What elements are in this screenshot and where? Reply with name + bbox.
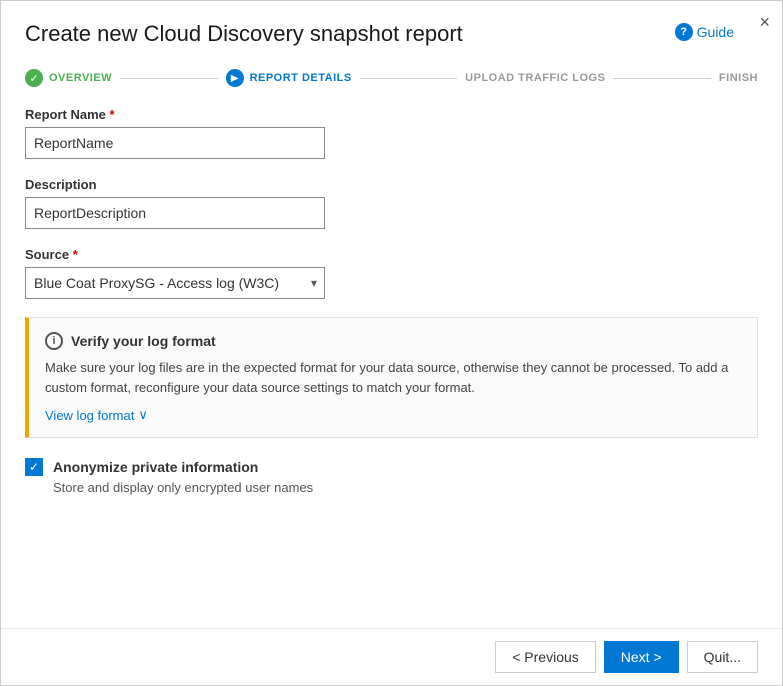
source-select[interactable]: Blue Coat ProxySG - Access log (W3C) Cis… bbox=[25, 267, 325, 299]
info-box-title: Verify your log format bbox=[71, 333, 216, 349]
info-icon: i bbox=[45, 332, 63, 350]
step-report-details: ▶ REPORT DETAILS bbox=[226, 69, 352, 87]
guide-label: Guide bbox=[697, 24, 734, 40]
anonymize-row: ✓ Anonymize private information bbox=[25, 458, 758, 476]
guide-icon: ? bbox=[675, 23, 693, 41]
step-finish: FINISH bbox=[719, 72, 758, 84]
step-upload-logs-label: UPLOAD TRAFFIC LOGS bbox=[465, 72, 605, 84]
step-overview: ✓ OVERVIEW bbox=[25, 69, 112, 87]
step-overview-label: OVERVIEW bbox=[49, 72, 112, 84]
quit-button[interactable]: Quit... bbox=[687, 641, 758, 673]
next-button[interactable]: Next > bbox=[604, 641, 679, 673]
report-name-input[interactable] bbox=[25, 127, 325, 159]
anonymize-sublabel: Store and display only encrypted user na… bbox=[25, 480, 758, 495]
step-overview-icon: ✓ bbox=[25, 69, 43, 87]
step-report-details-icon: ▶ bbox=[226, 69, 244, 87]
info-box: i Verify your log format Make sure your … bbox=[25, 317, 758, 438]
report-name-group: Report Name * bbox=[25, 107, 758, 159]
step-line-3 bbox=[613, 78, 710, 79]
report-name-label: Report Name * bbox=[25, 107, 758, 122]
step-line-1 bbox=[120, 78, 217, 79]
step-upload-logs: UPLOAD TRAFFIC LOGS bbox=[465, 72, 605, 84]
source-group: Source * Blue Coat ProxySG - Access log … bbox=[25, 247, 758, 299]
info-box-body: Make sure your log files are in the expe… bbox=[45, 358, 741, 397]
guide-link[interactable]: ? Guide bbox=[675, 23, 734, 41]
dialog: × ? Guide Create new Cloud Discovery sna… bbox=[0, 0, 783, 686]
description-input[interactable] bbox=[25, 197, 325, 229]
description-label: Description bbox=[25, 177, 758, 192]
step-report-details-label: REPORT DETAILS bbox=[250, 72, 352, 84]
anonymize-checkbox[interactable]: ✓ bbox=[25, 458, 43, 476]
view-log-format-link[interactable]: View log format ∨ bbox=[45, 407, 741, 423]
check-mark-icon: ✓ bbox=[29, 461, 39, 473]
view-log-chevron-icon: ∨ bbox=[138, 407, 148, 423]
step-finish-label: FINISH bbox=[719, 72, 758, 84]
required-star-source: * bbox=[73, 247, 78, 262]
form-body: Report Name * Description Source * Blue … bbox=[1, 103, 782, 628]
dialog-header: Create new Cloud Discovery snapshot repo… bbox=[1, 1, 782, 57]
required-star-name: * bbox=[110, 107, 115, 122]
step-line-2 bbox=[360, 78, 457, 79]
anonymize-section: ✓ Anonymize private information Store an… bbox=[25, 458, 758, 495]
dialog-footer: < Previous Next > Quit... bbox=[1, 628, 782, 685]
description-group: Description bbox=[25, 177, 758, 229]
close-button[interactable]: × bbox=[759, 13, 770, 31]
source-label: Source * bbox=[25, 247, 758, 262]
previous-button[interactable]: < Previous bbox=[495, 641, 596, 673]
dialog-title: Create new Cloud Discovery snapshot repo… bbox=[25, 21, 463, 47]
source-select-wrapper: Blue Coat ProxySG - Access log (W3C) Cis… bbox=[25, 267, 325, 299]
stepper: ✓ OVERVIEW ▶ REPORT DETAILS UPLOAD TRAFF… bbox=[1, 57, 782, 103]
info-box-header: i Verify your log format bbox=[45, 332, 741, 350]
view-log-format-label: View log format bbox=[45, 408, 134, 423]
anonymize-label: Anonymize private information bbox=[53, 459, 258, 475]
